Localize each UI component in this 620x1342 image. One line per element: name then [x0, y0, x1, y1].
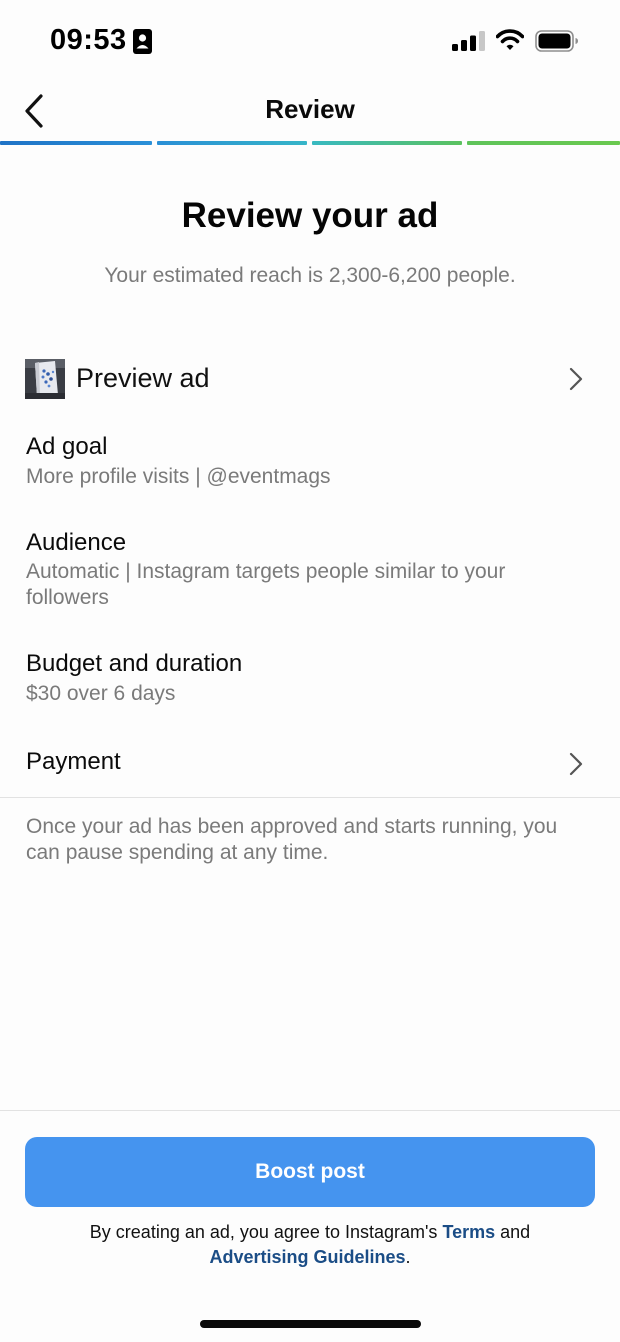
preview-ad-label: Preview ad [76, 363, 210, 393]
wifi-icon [496, 29, 524, 50]
divider [0, 1110, 620, 1111]
audience-value: Automatic | Instagram targets people sim… [26, 560, 506, 609]
id-card-icon [133, 29, 152, 54]
progress-segment-3 [312, 141, 462, 145]
home-indicator [200, 1320, 421, 1328]
budget-duration-title: Budget and duration [26, 650, 243, 677]
nav-title: Review [265, 94, 355, 124]
divider [0, 797, 620, 798]
screen: 09:53 Review Review your ad Your estimat… [0, 0, 620, 1342]
boost-post-button[interactable]: Boost post [25, 1137, 595, 1207]
progress-segment-1 [0, 141, 152, 145]
ad-thumbnail [25, 359, 65, 399]
status-bar: 09:53 [0, 0, 620, 82]
step-progress-bar [0, 141, 620, 145]
ad-goal-title: Ad goal [26, 433, 108, 460]
audience-row[interactable]: Audience Automatic | Instagram targets p… [0, 526, 620, 616]
advertising-guidelines-link[interactable]: Advertising Guidelines [209, 1247, 405, 1267]
estimated-reach-text: Your estimated reach is 2,300-6,200 peop… [104, 264, 516, 287]
ad-goal-row[interactable]: Ad goal More profile visits | @eventmags [0, 430, 620, 500]
budget-duration-value: $30 over 6 days [26, 682, 176, 705]
cellular-signal-icon [452, 31, 485, 51]
ad-goal-value: More profile visits | @eventmags [26, 465, 331, 488]
status-time: 09:53 [50, 24, 127, 56]
progress-segment-2 [157, 141, 307, 145]
page-title: Review your ad [181, 196, 439, 235]
terms-prefix: By creating an ad, you agree to Instagra… [89, 1222, 443, 1242]
audience-title: Audience [26, 529, 127, 556]
progress-segment-4 [467, 141, 620, 145]
payment-title: Payment [26, 748, 121, 775]
chevron-right-icon [569, 752, 583, 776]
budget-duration-row[interactable]: Budget and duration $30 over 6 days [0, 647, 620, 711]
preview-ad-row[interactable]: Preview ad [0, 355, 620, 401]
battery-icon [535, 30, 578, 52]
terms-link[interactable]: Terms [442, 1222, 495, 1242]
terms-middle: and [495, 1222, 531, 1242]
payment-row[interactable]: Payment [0, 744, 620, 784]
terms-text: By creating an ad, you agree to Instagra… [30, 1220, 590, 1270]
nav-bar: Review [0, 82, 620, 140]
terms-suffix: . [405, 1247, 411, 1267]
pause-spending-info: Once your ad has been approved and start… [26, 815, 558, 864]
chevron-right-icon [569, 367, 583, 391]
